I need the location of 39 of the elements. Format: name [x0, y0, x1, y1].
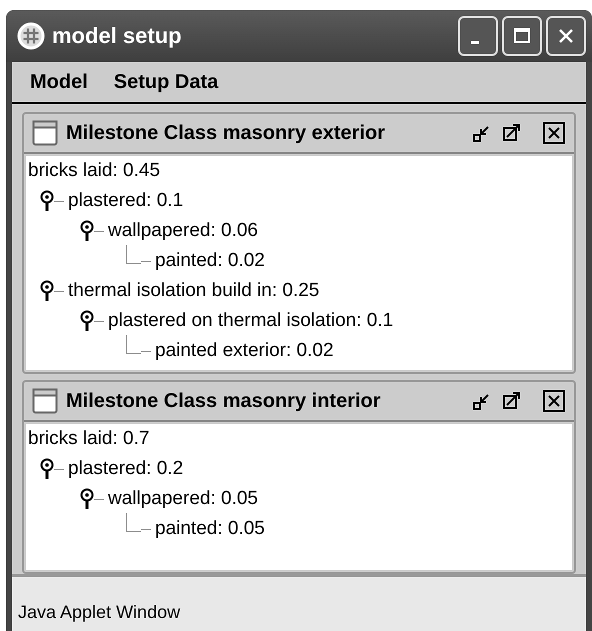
tree-node-label[interactable]: plastered: 0.2 — [68, 458, 184, 480]
expand-handle-icon[interactable] — [40, 280, 54, 302]
expand-handle-icon[interactable] — [40, 190, 54, 212]
minimize-button[interactable] — [458, 16, 498, 56]
tree-node-label[interactable]: wallpapered: 0.06 — [108, 220, 258, 242]
frame-title: Milestone Class masonry exterior — [66, 122, 386, 144]
tree-connector — [126, 244, 141, 264]
window-title: model setup — [52, 23, 183, 49]
tree-node-label[interactable]: bricks laid: 0.45 — [28, 160, 160, 182]
frame-title: Milestone Class masonry interior — [66, 390, 382, 412]
close-icon — [543, 390, 565, 412]
minimize-icon — [471, 40, 479, 44]
tree-node-label[interactable]: thermal isolation build in: 0.25 — [68, 280, 320, 302]
tree-node-label[interactable]: painted: 0.02 — [155, 250, 265, 272]
maximize-button[interactable] — [502, 16, 542, 56]
tree-connector — [126, 334, 141, 354]
tree-node-label[interactable]: painted exterior: 0.02 — [155, 340, 334, 362]
close-button[interactable] — [542, 121, 566, 145]
app-icon — [16, 21, 46, 51]
tree-node-label[interactable]: plastered on thermal isolation: 0.1 — [108, 310, 394, 332]
tree-node-label[interactable]: plastered: 0.1 — [68, 190, 184, 212]
window-icon — [32, 388, 58, 414]
expand-handle-icon[interactable] — [40, 458, 54, 480]
status-bar: Java Applet Window — [12, 574, 586, 631]
maximize-icon — [502, 391, 522, 411]
close-button[interactable] — [542, 389, 566, 413]
tree-connector — [126, 512, 141, 532]
tree-node-label[interactable]: wallpapered: 0.05 — [108, 488, 258, 510]
close-icon — [543, 122, 565, 144]
menu-item[interactable]: Setup Data — [114, 70, 218, 94]
expand-handle-icon[interactable] — [80, 220, 94, 242]
maximize-icon — [512, 26, 532, 46]
expand-handle-icon[interactable] — [80, 310, 94, 332]
tree-node-label[interactable]: bricks laid: 0.7 — [28, 428, 150, 450]
window-icon — [32, 120, 58, 146]
tree-node-label[interactable]: painted: 0.05 — [155, 518, 265, 540]
maximize-icon — [502, 123, 522, 143]
menu-item[interactable]: Model — [30, 70, 88, 94]
expand-handle-icon[interactable] — [80, 488, 94, 510]
